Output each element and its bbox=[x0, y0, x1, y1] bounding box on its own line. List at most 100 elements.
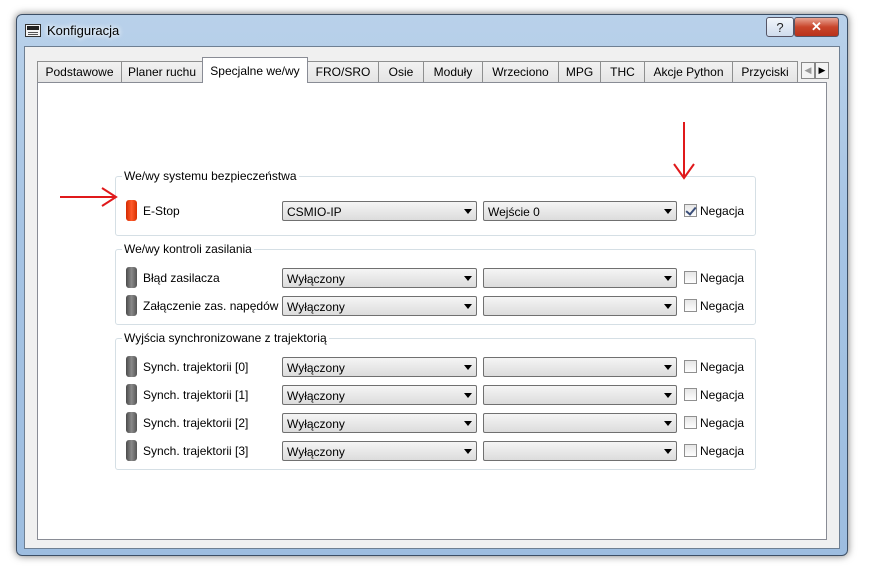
dropdown-arrow-icon bbox=[664, 421, 672, 426]
dropdown-arrow-icon bbox=[464, 421, 472, 426]
group-title: Wyjścia synchronizowane z trajektorią bbox=[122, 331, 329, 345]
row-label: Synch. trajektorii [0] bbox=[143, 360, 249, 374]
device-select[interactable]: CSMIO-IP bbox=[282, 201, 477, 221]
title-bar[interactable]: Konfiguracja ? ✕ bbox=[17, 15, 847, 45]
dropdown-arrow-icon bbox=[664, 449, 672, 454]
group-trajectory-sync-outputs: Wyjścia synchronizowane z trajektorią Sy… bbox=[115, 331, 756, 470]
tab-label: THC bbox=[610, 65, 635, 79]
tab-osie[interactable]: Osie bbox=[378, 61, 424, 82]
dropdown-arrow-icon bbox=[464, 209, 472, 214]
select-value: Wyłączony bbox=[287, 300, 345, 314]
status-led bbox=[126, 412, 137, 433]
pin-select[interactable] bbox=[483, 357, 677, 377]
io-row-trajectory-sync-1: Synch. trajektorii [1] Wyłączony Negacja bbox=[116, 384, 755, 405]
io-row-power-fault: Błąd zasilacza Wyłączony Negacja bbox=[116, 267, 755, 288]
negation-checkbox[interactable] bbox=[684, 299, 697, 312]
io-row-trajectory-sync-3: Synch. trajektorii [3] Wyłączony Negacja bbox=[116, 440, 755, 461]
tab-specjalne-we-wy[interactable]: Specjalne we/wy bbox=[202, 57, 308, 83]
negation-checkbox[interactable] bbox=[684, 271, 697, 284]
pin-select[interactable] bbox=[483, 296, 677, 316]
tab-wrzeciono[interactable]: Wrzeciono bbox=[482, 61, 559, 82]
negation-checkbox[interactable] bbox=[684, 204, 697, 217]
negation-checkbox[interactable] bbox=[684, 416, 697, 429]
dropdown-arrow-icon bbox=[664, 365, 672, 370]
pin-select[interactable] bbox=[483, 441, 677, 461]
arrow-left-icon: ◀ bbox=[804, 65, 812, 75]
row-label: Synch. trajektorii [1] bbox=[143, 388, 249, 402]
pin-select[interactable] bbox=[483, 413, 677, 433]
dropdown-arrow-icon bbox=[664, 276, 672, 281]
tab-scroll-right-button[interactable]: ▶ bbox=[815, 62, 829, 79]
tab-mpg[interactable]: MPG bbox=[558, 61, 601, 82]
row-label: E-Stop bbox=[143, 204, 180, 218]
tab-label: Planer ruchu bbox=[127, 65, 197, 79]
select-value: Wyłączony bbox=[287, 361, 345, 375]
row-label: Synch. trajektorii [3] bbox=[143, 444, 249, 458]
device-select[interactable]: Wyłączony bbox=[282, 357, 477, 377]
tab-fro-sro[interactable]: FRO/SRO bbox=[307, 61, 379, 82]
tab-moduly[interactable]: Moduły bbox=[423, 61, 483, 82]
negation-label: Negacja bbox=[700, 416, 745, 430]
select-value: CSMIO-IP bbox=[287, 205, 342, 219]
row-label: Synch. trajektorii [2] bbox=[143, 416, 249, 430]
tab-podstawowe[interactable]: Podstawowe bbox=[37, 61, 122, 82]
row-label: Załączenie zas. napędów bbox=[143, 299, 279, 313]
device-select[interactable]: Wyłączony bbox=[282, 296, 477, 316]
pin-select[interactable] bbox=[483, 385, 677, 405]
tab-przyciski[interactable]: Przyciski bbox=[732, 61, 798, 82]
negation-checkbox[interactable] bbox=[684, 444, 697, 457]
io-row-estop: E-Stop CSMIO-IP Wejście 0 Negacja bbox=[116, 200, 755, 221]
status-led bbox=[126, 295, 137, 316]
tab-label: MPG bbox=[565, 65, 594, 79]
tab-scroll-left-button[interactable]: ◀ bbox=[801, 62, 815, 79]
dropdown-arrow-icon bbox=[464, 393, 472, 398]
io-row-drive-power-enable: Załączenie zas. napędów Wyłączony Negacj… bbox=[116, 295, 755, 316]
negation-checkbox[interactable] bbox=[684, 388, 697, 401]
tab-panel-specjalne-we-wy: We/wy systemu bezpieczeństwa E-Stop CSMI… bbox=[37, 82, 827, 540]
negation-label: Negacja bbox=[700, 204, 745, 218]
tab-label: Specjalne we/wy bbox=[210, 63, 300, 78]
tab-label: Akcje Python bbox=[653, 65, 724, 79]
tab-thc[interactable]: THC bbox=[600, 61, 645, 82]
annotation-arrow-right-icon bbox=[60, 187, 118, 207]
tab-planer-ruchu[interactable]: Planer ruchu bbox=[121, 61, 203, 82]
device-select[interactable]: Wyłączony bbox=[282, 413, 477, 433]
device-select[interactable]: Wyłączony bbox=[282, 441, 477, 461]
tab-bar: Podstawowe Planer ruchu Specjalne we/wy … bbox=[37, 57, 837, 83]
pin-select[interactable] bbox=[483, 268, 677, 288]
app-icon bbox=[25, 24, 41, 37]
tab-label: Przyciski bbox=[741, 65, 789, 79]
io-row-trajectory-sync-2: Synch. trajektorii [2] Wyłączony Negacja bbox=[116, 412, 755, 433]
tab-label: Osie bbox=[388, 65, 414, 79]
negation-label: Negacja bbox=[700, 444, 745, 458]
group-title: We/wy kontroli zasilania bbox=[122, 242, 254, 256]
io-row-trajectory-sync-0: Synch. trajektorii [0] Wyłączony Negacja bbox=[116, 356, 755, 377]
group-title: We/wy systemu bezpieczeństwa bbox=[122, 169, 299, 183]
dropdown-arrow-icon bbox=[664, 304, 672, 309]
negation-checkbox[interactable] bbox=[684, 360, 697, 373]
select-value: Wyłączony bbox=[287, 389, 345, 403]
dropdown-arrow-icon bbox=[464, 304, 472, 309]
tab-label: Wrzeciono bbox=[492, 65, 549, 79]
pin-select[interactable]: Wejście 0 bbox=[483, 201, 677, 221]
close-icon: ✕ bbox=[811, 19, 822, 34]
status-led bbox=[126, 267, 137, 288]
select-value: Wyłączony bbox=[287, 417, 345, 431]
tab-label: FRO/SRO bbox=[315, 65, 371, 79]
negation-label: Negacja bbox=[700, 360, 745, 374]
help-icon: ? bbox=[776, 19, 784, 35]
negation-label: Negacja bbox=[700, 388, 745, 402]
status-led bbox=[126, 440, 137, 461]
status-led bbox=[126, 384, 137, 405]
tab-akcje-python[interactable]: Akcje Python bbox=[644, 61, 733, 82]
close-button[interactable]: ✕ bbox=[794, 17, 839, 37]
device-select[interactable]: Wyłączony bbox=[282, 385, 477, 405]
negation-label: Negacja bbox=[700, 299, 745, 313]
device-select[interactable]: Wyłączony bbox=[282, 268, 477, 288]
negation-label: Negacja bbox=[700, 271, 745, 285]
window-client-area: Podstawowe Planer ruchu Specjalne we/wy … bbox=[24, 46, 840, 549]
config-window: Konfiguracja ? ✕ Podstawowe Planer ruchu… bbox=[16, 14, 848, 556]
select-value: Wejście 0 bbox=[488, 205, 540, 219]
dropdown-arrow-icon bbox=[664, 393, 672, 398]
help-button[interactable]: ? bbox=[766, 17, 794, 37]
